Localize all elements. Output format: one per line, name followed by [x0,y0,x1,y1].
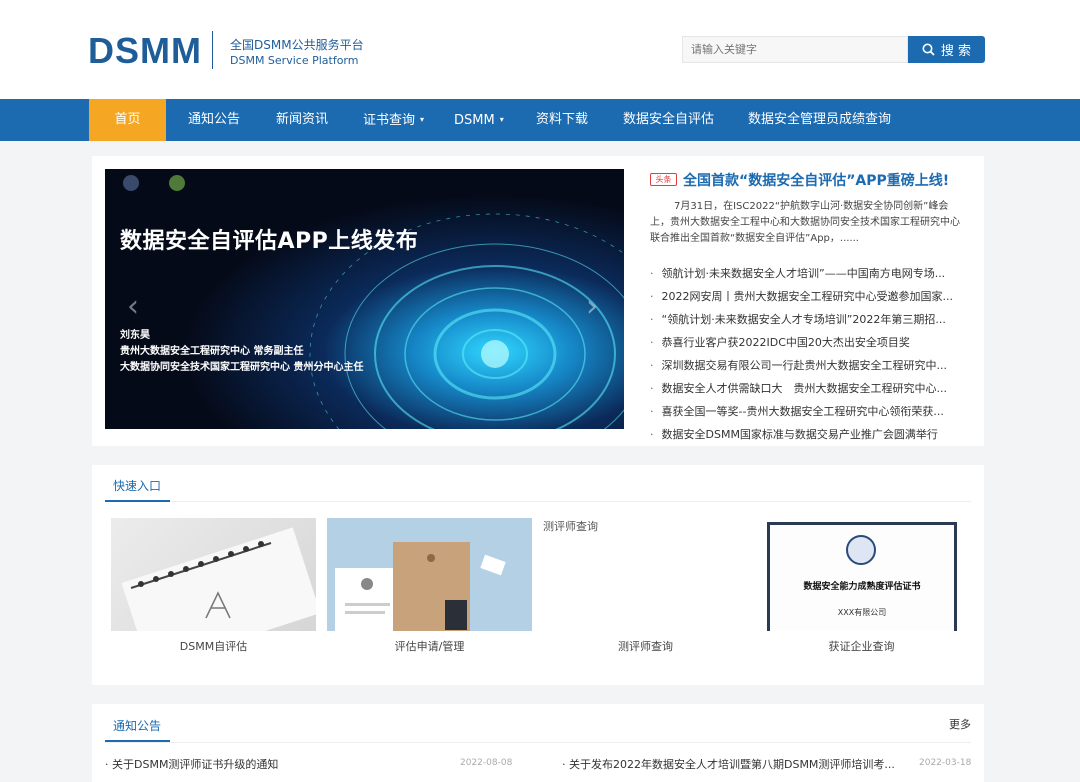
caret-down-icon: ▾ [499,115,504,124]
quick-card-certified[interactable]: 数据安全能力成熟度评估证书 XXX有限公司 获证企业查询 [759,518,964,658]
certificate-seal [846,535,876,565]
news-item[interactable]: 领航计划·未来数据安全人才培训”——中国南方电网专场... [650,262,980,285]
nav-item-home[interactable]: 首页 [89,99,166,141]
notice-section: 通知公告 更多 · 关于DSMM测评师证书升级的通知 2022-08-08 · … [92,704,984,782]
logo-divider [212,31,213,69]
site-logo[interactable]: DSMM [88,30,202,72]
more-link[interactable]: 更多 [949,716,971,732]
platform-name-en: DSMM Service Platform [230,54,359,67]
featured-title[interactable]: 全国首款“数据安全自评估”APP重磅上线! [683,170,949,190]
quick-card-label: DSMM自评估 [179,640,248,653]
caret-down-icon: ▾ [420,115,425,124]
nav-item-dsmm[interactable]: DSMM ▾ [454,99,504,141]
search-button[interactable]: 搜 索 [908,36,985,63]
news-list: 领航计划·未来数据安全人才培训”——中国南方电网专场... 2022网安周丨贵州… [650,262,980,446]
certificate-title: 数据安全能力成熟度评估证书 [803,582,921,592]
partner-logo [169,175,185,191]
nav-item-downloads[interactable]: 资料下载 [536,99,588,141]
notice-date: 2022-03-18 [919,758,972,768]
section-divider [105,501,971,502]
main-nav: 首页 通知公告 新闻资讯 证书查询 ▾ DSMM ▾ 资料下载 数据安全自评估 数据… [0,99,1080,141]
partner-logo [123,175,139,191]
nav-item-dsmm-label: DSMM [454,113,495,128]
banner-person-role: 大数据协同安全技术国家工程研究中心 贵州分中心主任 [120,362,364,373]
quick-card-self-assessment[interactable]: DSMM自评估 [111,518,316,658]
banner-person-role: 贵州大数据安全工程研究中心 常务副主任 [120,346,304,357]
news-item[interactable]: 恭喜行业客户获2022IDC中国20大杰出安全项目奖 [650,331,980,354]
banner-background [105,169,624,429]
news-item[interactable]: 喜获全国一等奖--贵州大数据安全工程研究中心领衔荣获... [650,400,980,423]
notebook-image [111,518,316,631]
quick-card-label: 测评师查询 [618,640,673,653]
news-item[interactable]: 2022网安周丨贵州大数据安全工程研究中心受邀参加国家... [650,285,980,308]
notice-title: 通知公告 [105,717,170,742]
section-divider [105,742,971,743]
search-icon [922,43,935,56]
quick-card-label: 获证企业查询 [828,640,895,653]
featured-summary: 7月31日，在ISC2022“护航数字山河·数据安全协同创新”峰会上，贵州大数据… [650,201,960,244]
search-button-label: 搜 索 [940,44,972,59]
nav-item-self-assessment[interactable]: 数据安全自评估 [623,99,714,141]
nav-item-certificate[interactable]: 证书查询 ▾ [363,99,424,141]
nav-item-news[interactable]: 新闻资讯 [276,99,328,141]
platform-name-cn: 全国DSMM公共服务平台 [230,38,364,52]
documents-image [327,518,532,631]
quick-card-apply[interactable]: 评估申请/管理 [327,518,532,658]
news-item[interactable]: 深圳数据交易有限公司一行赴贵州大数据安全工程研究中... [650,354,980,377]
banner-carousel[interactable]: 数据安全自评估APP上线发布 刘东昊 贵州大数据安全工程研究中心 常务副主任 大… [105,169,624,429]
certificate-image: 数据安全能力成熟度评估证书 XXX有限公司 [759,518,964,631]
nav-item-notices[interactable]: 通知公告 [188,99,240,141]
banner-person-name: 刘东昊 [120,330,150,341]
nav-item-certificate-label: 证书查询 [363,113,416,128]
news-item[interactable]: 数据安全DSMM国家标准与数据交易产业推广会圆满举行 [650,423,980,446]
quick-card-label: 评估申请/管理 [394,640,465,653]
site-header: DSMM 全国DSMM公共服务平台 DSMM Service Platform … [0,0,1080,99]
notice-item-title: 关于DSMM测评师证书升级的通知 [112,758,279,771]
carousel-prev-icon[interactable]: ‹ [127,289,139,324]
notice-item[interactable]: · 关于发布2022年数据安全人才培训暨第八期DSMM测评师培训考... [562,756,895,772]
carousel-next-icon[interactable]: › [586,289,598,324]
hero-section: 数据安全自评估APP上线发布 刘东昊 贵州大数据安全工程研究中心 常务副主任 大… [92,156,984,446]
notice-item-title: 关于发布2022年数据安全人才培训暨第八期DSMM测评师培训考... [569,758,895,771]
notice-date: 2022-08-08 [460,758,513,768]
banner-title: 数据安全自评估APP上线发布 [120,229,419,254]
headline-badge: 头条 [650,173,677,186]
search-input[interactable] [682,36,908,63]
quick-entry-section: 快速入口 DSMM自评估 评估申请/管理 测评师查询 测评师查询 数据安全能力成… [92,465,984,685]
broken-image: 测评师查询 [543,518,748,631]
nav-item-admin-score[interactable]: 数据安全管理员成绩查询 [748,99,891,141]
news-item[interactable]: “领航计划·未来数据安全人才专场培训”2022年第三期招... [650,308,980,331]
quick-card-assessor[interactable]: 测评师查询 测评师查询 [543,518,748,658]
certificate-company: XXX有限公司 [837,608,887,617]
quick-entry-title: 快速入口 [105,477,170,502]
notice-item[interactable]: · 关于DSMM测评师证书升级的通知 [105,756,278,772]
news-item[interactable]: 数据安全人才供需缺口大 贵州大数据安全工程研究中心... [650,377,980,400]
image-alt-text: 测评师查询 [543,520,598,533]
